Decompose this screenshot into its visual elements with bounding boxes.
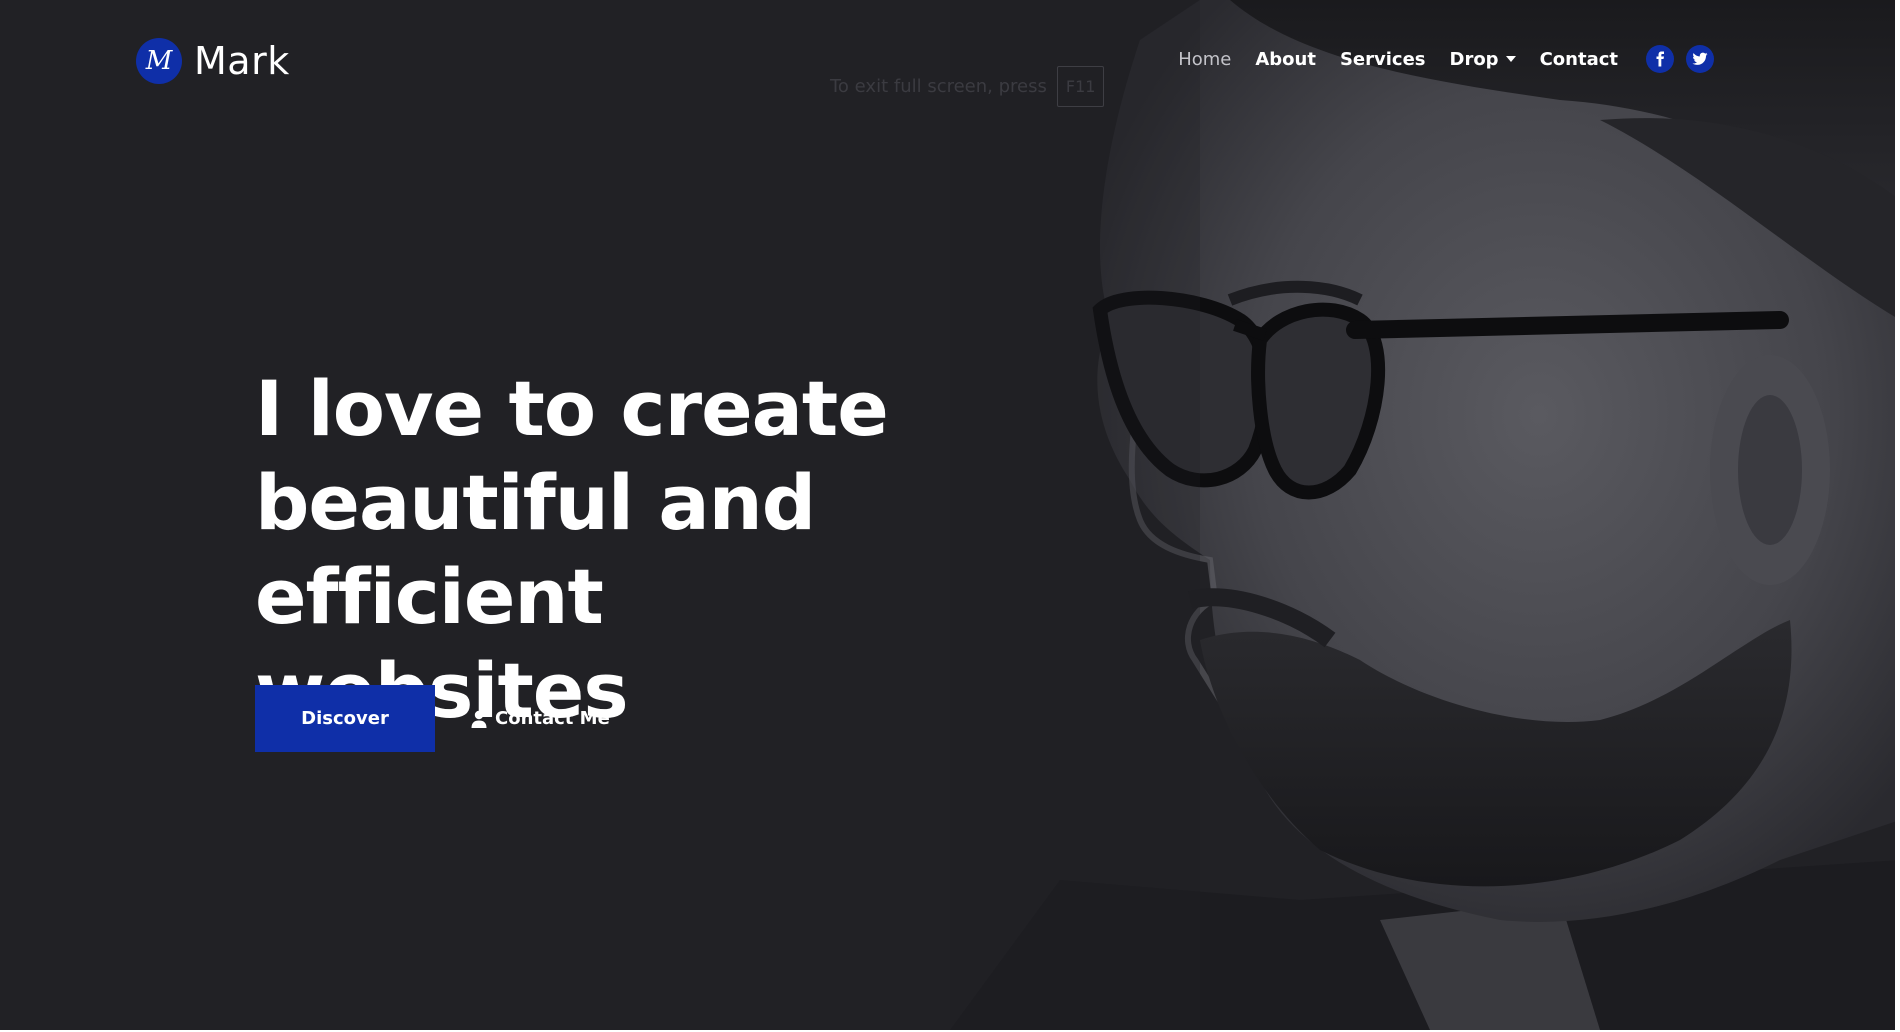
brand[interactable]: M Mark: [136, 38, 290, 84]
facebook-icon[interactable]: [1646, 45, 1674, 73]
social-links: [1646, 45, 1714, 73]
twitter-icon[interactable]: [1686, 45, 1714, 73]
brand-name: Mark: [194, 39, 290, 83]
fullscreen-hint-text: To exit full screen, press: [830, 76, 1047, 97]
hero-actions: Discover Contact Me: [255, 685, 610, 752]
hero-section: M Mark To exit full screen, press F11 Ho…: [0, 0, 1900, 1030]
nav-item-drop-label: Drop: [1449, 48, 1499, 70]
nav-item-drop[interactable]: Drop: [1450, 49, 1516, 70]
nav-item-contact[interactable]: Contact: [1540, 49, 1618, 70]
fullscreen-hint-key: F11: [1056, 66, 1105, 107]
hero-headline-line-1: I love to create: [255, 364, 889, 453]
brand-logo-letter: M: [145, 46, 173, 76]
fullscreen-hint: To exit full screen, press F11: [830, 66, 1105, 107]
user-icon: [471, 710, 487, 728]
brand-logo: M: [136, 38, 182, 84]
caret-down-icon: [1505, 56, 1516, 62]
contact-me-button[interactable]: Contact Me: [471, 708, 610, 729]
contact-me-label: Contact Me: [495, 708, 610, 729]
nav-item-about[interactable]: About: [1255, 49, 1316, 70]
discover-button[interactable]: Discover: [255, 685, 435, 752]
nav-item-home[interactable]: Home: [1178, 49, 1231, 70]
hero-headline: I love to create beautiful and efficient…: [255, 362, 975, 738]
nav-item-services[interactable]: Services: [1340, 49, 1426, 70]
main-nav: Home About Services Drop Contact: [1178, 45, 1714, 73]
hero-headline-line-2: beautiful and: [255, 458, 816, 547]
